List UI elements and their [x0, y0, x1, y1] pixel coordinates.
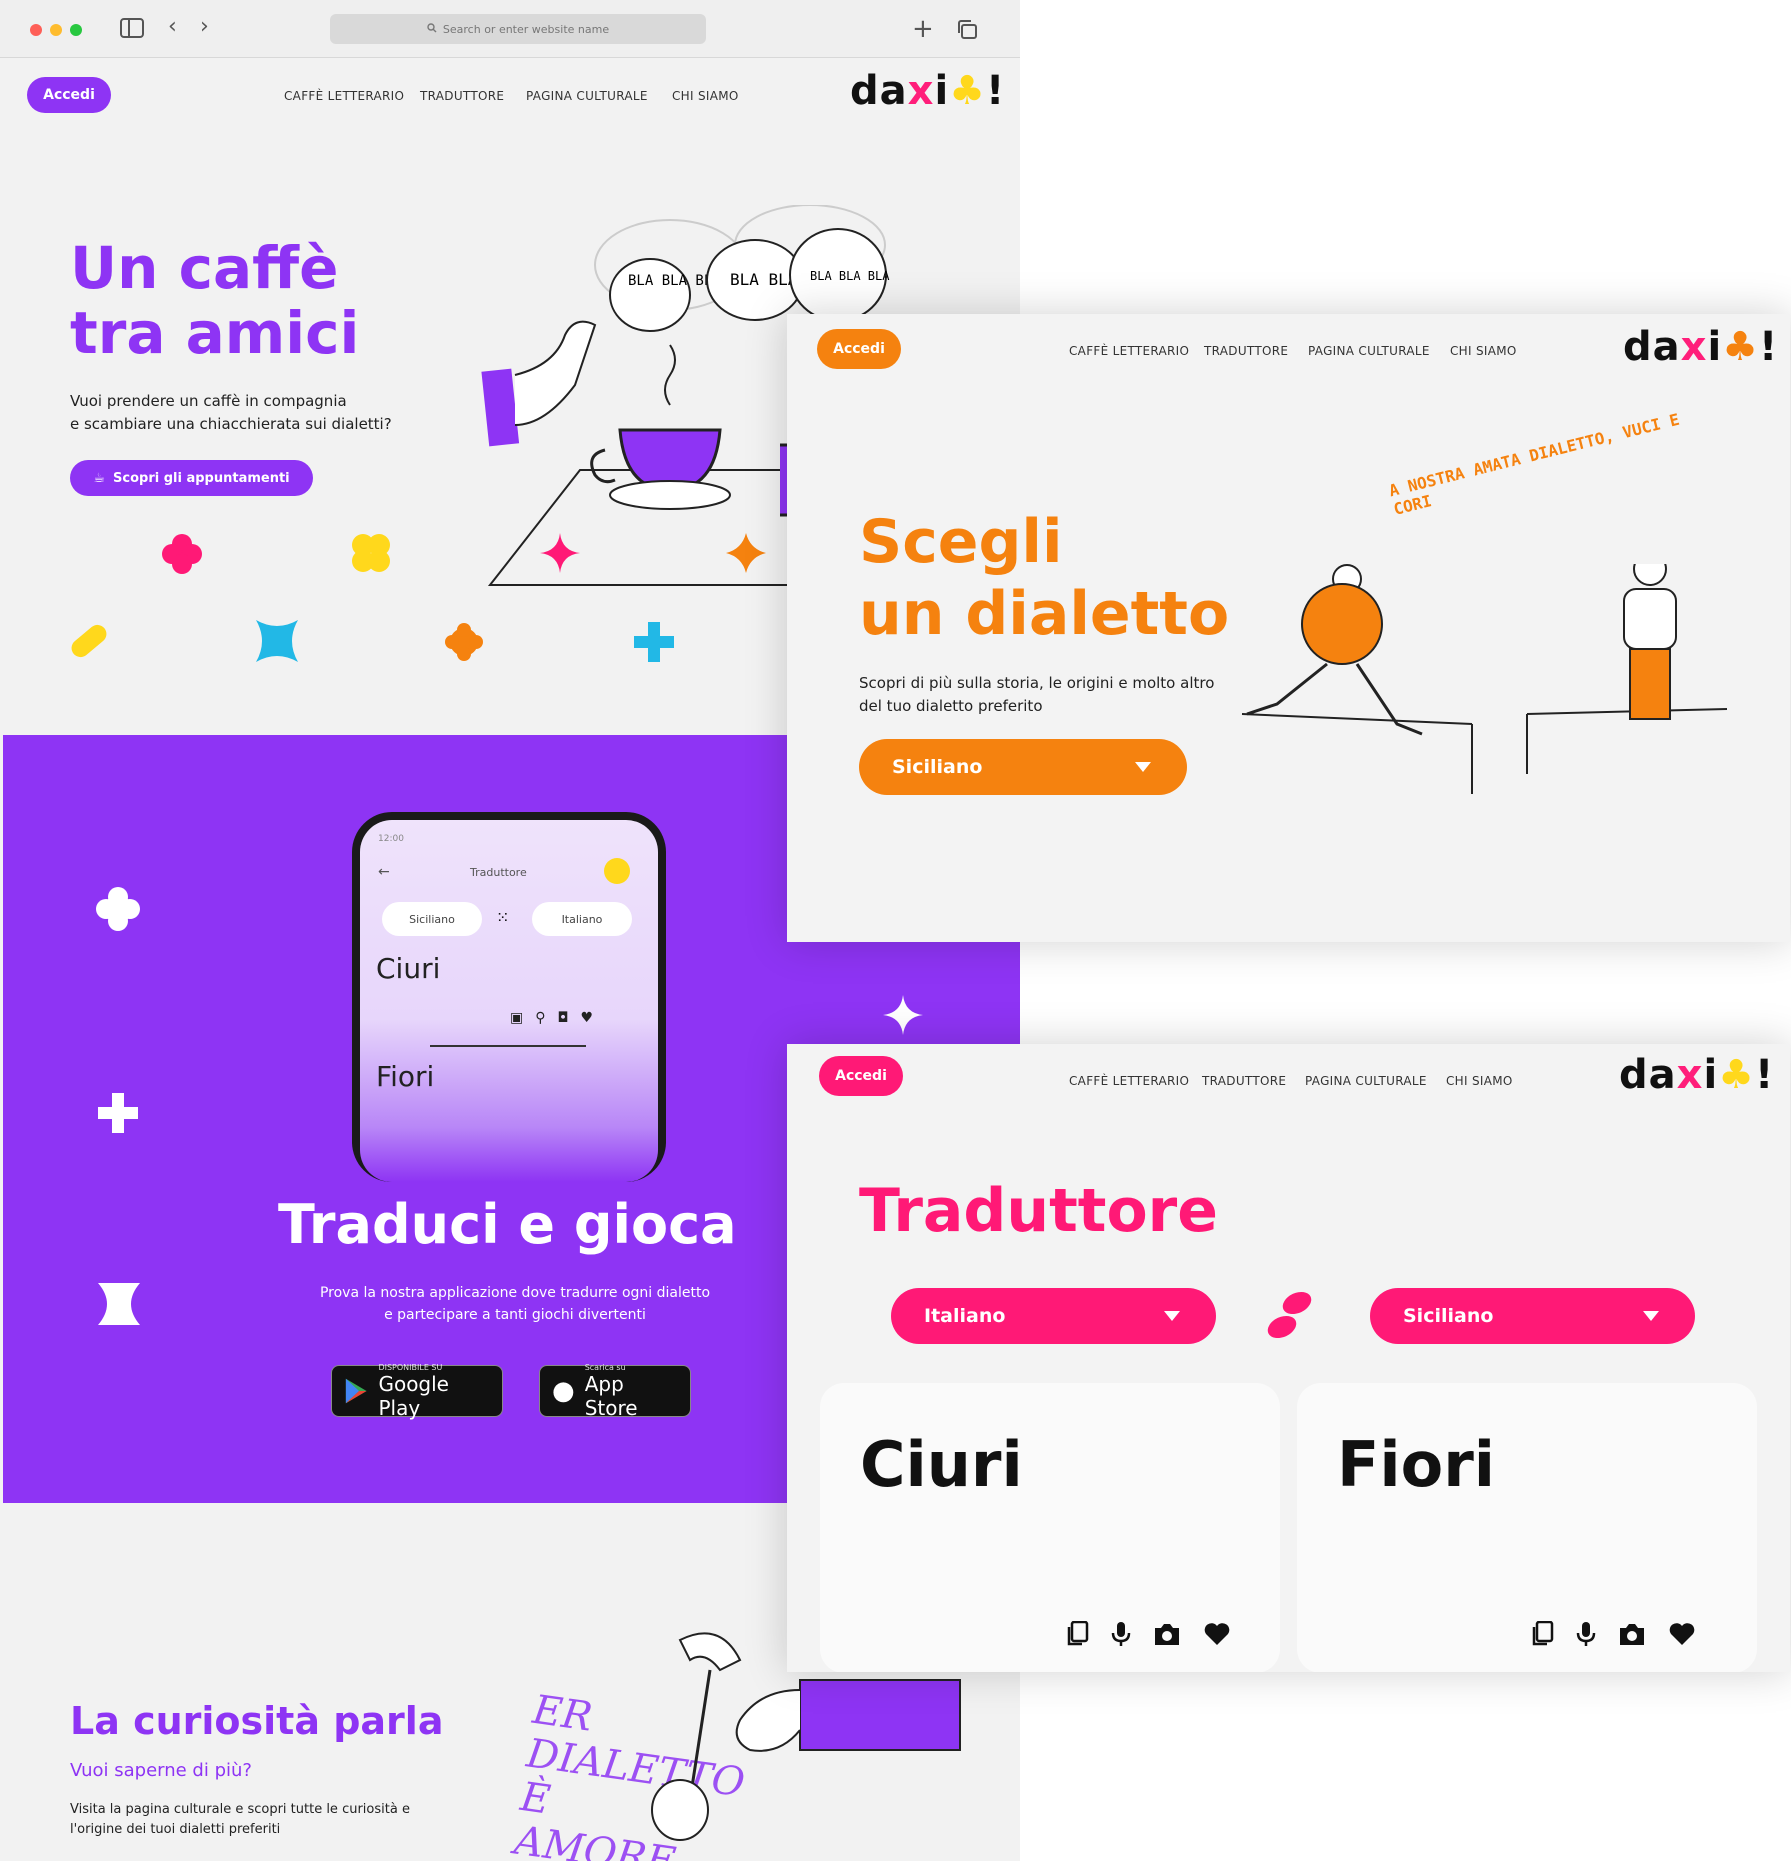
maximize-window-button[interactable]: [70, 24, 82, 36]
target-word: Fiori: [1337, 1428, 1496, 1501]
clover-shape: [352, 534, 390, 572]
white-plus-shape: [98, 1093, 138, 1133]
nav-link-caffe[interactable]: CAFFÈ LETTERARIO: [284, 89, 404, 103]
copy-icon[interactable]: [1530, 1620, 1554, 1651]
apple-icon: ●: [552, 1376, 575, 1406]
brand-logo[interactable]: daxi♣!: [1623, 324, 1778, 370]
hero-title: Un caffè tra amici: [70, 234, 360, 367]
nav-link-traduttore[interactable]: TRADUTTORE: [1204, 344, 1288, 358]
dialect-title: Scegli un dialetto: [859, 507, 1230, 649]
hero-text: Vuoi prendere un caffè in compagnia e sca…: [70, 392, 392, 434]
nav-link-pagina-culturale[interactable]: PAGINA CULTURALE: [1305, 1074, 1427, 1088]
phone-swap-icon[interactable]: ⁙: [496, 908, 509, 927]
nav-link-chi-siamo[interactable]: CHI SIAMO: [1446, 1074, 1513, 1088]
swap-icon[interactable]: [1265, 1289, 1315, 1341]
login-button[interactable]: Accedi: [817, 329, 901, 369]
pill-shape: [71, 624, 107, 658]
site-nav: Accedi CAFFÈ LETTERARIO TRADUTTORE PAGIN…: [0, 64, 1020, 124]
dialect-text: Scopri di più sulla storia, le origini e…: [859, 674, 1215, 716]
login-button[interactable]: Accedi: [27, 77, 111, 113]
phone-from-pill[interactable]: Siciliano: [382, 902, 482, 936]
source-card[interactable]: Ciuri: [820, 1383, 1280, 1672]
address-placeholder: Search or enter website name: [442, 22, 610, 36]
app-store-button[interactable]: ● Scarica su App Store: [539, 1363, 691, 1420]
dialect-page-window: Accedi CAFFÈ LETTERARIO TRADUTTORE PAGIN…: [787, 314, 1790, 942]
cyan-x-shape: [256, 620, 298, 662]
search-icon: [427, 22, 437, 36]
camera-icon[interactable]: [1618, 1622, 1646, 1650]
copy-icon[interactable]: [1065, 1620, 1089, 1651]
target-card[interactable]: Fiori: [1297, 1383, 1757, 1672]
phone-actions: ▣⚲◘♥: [510, 1010, 606, 1026]
phone-back-icon[interactable]: ←: [378, 864, 390, 880]
source-word: Ciuri: [860, 1428, 1023, 1501]
heart-icon[interactable]: [1203, 1622, 1231, 1650]
nav-link-caffe[interactable]: CAFFÈ LETTERARIO: [1069, 1074, 1189, 1088]
dialect-lettering: A NOSTRA AMATA DIALETTO, VUCI E CORI: [1387, 409, 1682, 519]
plus-icon[interactable]: +: [912, 16, 934, 42]
white-hourglass-shape: [98, 1283, 140, 1325]
brand-logo[interactable]: daxi♣!: [1619, 1052, 1774, 1098]
app-title: Traduci e gioca: [278, 1193, 737, 1256]
chevron-down-icon: [1164, 1311, 1180, 1321]
curiosity-text: Visita la pagina culturale e scopri tutt…: [70, 1802, 410, 1838]
nav-link-pagina-culturale[interactable]: PAGINA CULTURALE: [1308, 344, 1430, 358]
target-actions: [1530, 1620, 1696, 1651]
coffee-icon: ☕: [93, 470, 106, 486]
phone-target-word: Fiori: [376, 1060, 435, 1093]
tabs-icon[interactable]: [956, 20, 978, 45]
white-star-shape: [883, 995, 923, 1035]
brand-logo[interactable]: daxi♣!: [850, 68, 1005, 114]
curiosity-title: La curiosità parla: [70, 1699, 444, 1743]
app-text: Prova la nostra applicazione dove tradur…: [319, 1285, 711, 1323]
cyan-plus-shape: [634, 622, 674, 662]
translator-title: Traduttore: [859, 1176, 1218, 1246]
phone-to-pill[interactable]: Italiano: [532, 902, 632, 936]
orange-blob-shape: [445, 623, 483, 661]
close-window-button[interactable]: [30, 24, 42, 36]
login-button[interactable]: Accedi: [819, 1056, 903, 1096]
phone-title: Traduttore: [470, 866, 527, 879]
phone-divider: [430, 1045, 586, 1047]
heart-icon[interactable]: [1668, 1622, 1696, 1650]
dialect-select[interactable]: Siciliano: [859, 739, 1187, 795]
dialect-illustration: [1241, 564, 1728, 794]
white-flower-shape: [96, 887, 140, 931]
phone-time: 12:00: [378, 834, 404, 844]
target-language-select[interactable]: Siciliano: [1370, 1288, 1695, 1344]
phone-mockup: 12:00 ← Traduttore Siciliano ⁙ Italiano …: [352, 812, 666, 1182]
phone-screen: 12:00 ← Traduttore Siciliano ⁙ Italiano …: [360, 820, 658, 1182]
address-bar[interactable]: Search or enter website name: [330, 14, 706, 44]
appointments-button[interactable]: ☕ Scopri gli appuntamenti: [70, 460, 313, 496]
bla-bubble-3: BLA BLA BLA: [810, 269, 890, 283]
source-language-select[interactable]: Italiano: [891, 1288, 1216, 1344]
orange-plus-shape: [726, 533, 766, 573]
phone-avatar[interactable]: [604, 858, 630, 884]
google-play-button[interactable]: DISPONIBILE SU Google Play: [331, 1363, 503, 1420]
translator-page-window: Accedi CAFFÈ LETTERARIO TRADUTTORE PAGIN…: [787, 1044, 1790, 1672]
nav-link-caffe[interactable]: CAFFÈ LETTERARIO: [1069, 344, 1189, 358]
back-icon[interactable]: ‹: [168, 16, 177, 38]
source-actions: [1065, 1620, 1231, 1651]
forward-icon[interactable]: ›: [200, 16, 209, 38]
nav-link-chi-siamo[interactable]: CHI SIAMO: [1450, 344, 1517, 358]
browser-toolbar: ‹ › Search or enter website name +: [0, 0, 1020, 58]
chevron-down-icon: [1643, 1311, 1659, 1321]
camera-icon[interactable]: [1153, 1622, 1181, 1650]
google-play-icon: [345, 1378, 367, 1404]
nav-link-chi-siamo[interactable]: CHI SIAMO: [672, 89, 739, 103]
minimize-window-button[interactable]: [50, 24, 62, 36]
star-shape: [540, 533, 580, 573]
nav-link-pagina-culturale[interactable]: PAGINA CULTURALE: [526, 89, 648, 103]
mic-icon[interactable]: [1111, 1621, 1131, 1651]
curiosity-subtitle: Vuoi saperne di più?: [70, 1760, 252, 1781]
mic-icon[interactable]: [1576, 1621, 1596, 1651]
flower-shape: [162, 534, 202, 574]
chevron-down-icon: [1135, 762, 1151, 772]
sidebar-icon[interactable]: [120, 18, 144, 42]
nav-link-traduttore[interactable]: TRADUTTORE: [420, 89, 504, 103]
nav-link-traduttore[interactable]: TRADUTTORE: [1202, 1074, 1286, 1088]
phone-source-word: Ciuri: [376, 952, 441, 985]
